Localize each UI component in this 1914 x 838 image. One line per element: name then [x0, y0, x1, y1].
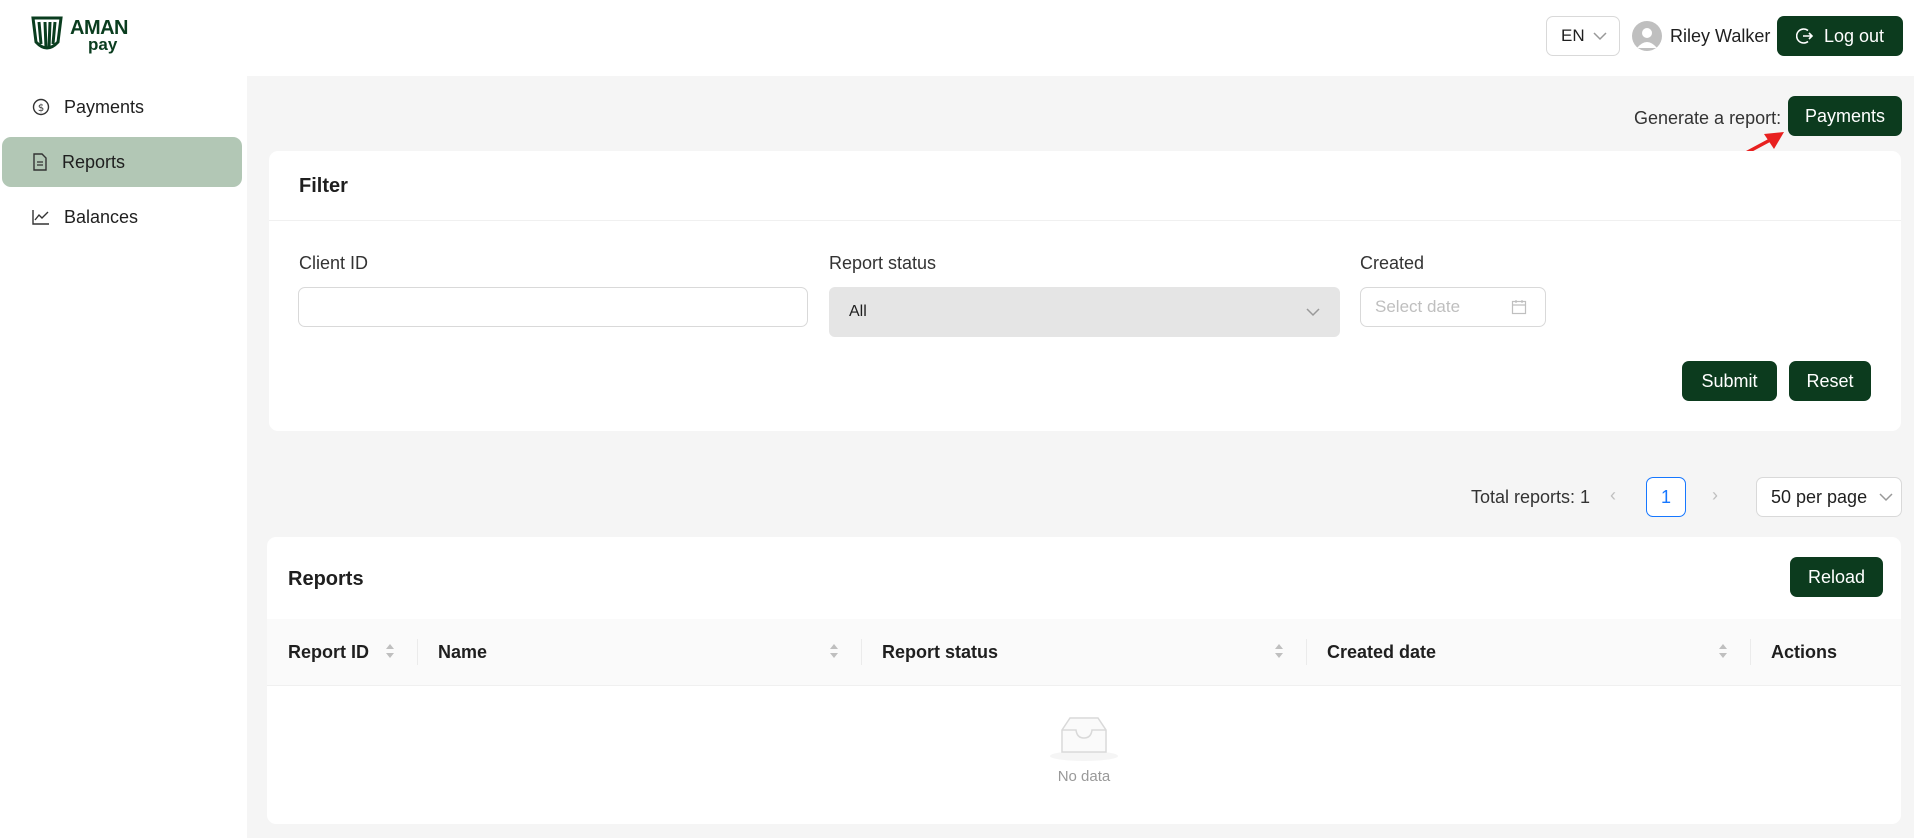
calendar-icon: [1511, 300, 1527, 315]
column-separator: [1306, 639, 1307, 665]
column-header-label: Report ID: [288, 642, 369, 662]
chevron-down-icon: [1593, 32, 1607, 41]
avatar: [1632, 21, 1662, 51]
line-chart-icon: [32, 210, 49, 225]
report-status-value: All: [849, 303, 867, 320]
reports-card: Reports Reload Report ID Name Report sta…: [267, 537, 1901, 824]
generate-button-label: Payments: [1804, 105, 1886, 126]
per-page-select[interactable]: 50 per page: [1756, 477, 1902, 517]
column-header-label: Actions: [1771, 642, 1838, 662]
client-id-label: Client ID: [299, 253, 369, 273]
column-header-label: Created date: [1327, 642, 1437, 662]
created-date-placeholder: Select date: [1375, 297, 1461, 316]
total-reports-count: Total reports: 1: [1471, 487, 1591, 507]
sidebar-item-balances[interactable]: Balances: [2, 192, 242, 242]
svg-text:$: $: [38, 103, 44, 114]
sidebar-item-payments[interactable]: $ Payments: [2, 82, 242, 132]
reload-button[interactable]: Reload: [1790, 557, 1883, 597]
sort-icon[interactable]: [829, 642, 839, 660]
column-separator: [417, 639, 418, 665]
language-value: EN: [1561, 26, 1585, 45]
column-separator: [861, 639, 862, 665]
user-name: Riley Walker: [1670, 25, 1771, 46]
per-page-value: 50 per page: [1771, 486, 1868, 507]
client-id-input[interactable]: [298, 287, 808, 327]
reports-title: Reports: [288, 568, 364, 590]
sidebar-item-label: Payments: [64, 96, 145, 117]
chevron-down-icon: [1306, 308, 1320, 317]
column-separator: [1750, 639, 1751, 665]
submit-label: Submit: [1701, 370, 1758, 391]
report-status-label: Report status: [829, 253, 937, 273]
dollar-circle-icon: $: [32, 98, 50, 116]
divider: [269, 220, 1901, 221]
reset-label: Reset: [1806, 370, 1854, 391]
created-label: Created: [1360, 253, 1425, 273]
sidebar: $ Payments Reports Balances: [0, 76, 247, 838]
generate-payments-report-button[interactable]: Payments: [1788, 96, 1902, 136]
chevron-down-icon: [1879, 493, 1893, 502]
submit-button[interactable]: Submit: [1682, 361, 1777, 401]
logout-icon: [1795, 28, 1814, 44]
column-header-created-date[interactable]: Created date: [1327, 619, 1436, 686]
brand-logo[interactable]: AMAN pay: [30, 14, 129, 56]
column-header-name[interactable]: Name: [438, 619, 487, 686]
sidebar-item-reports[interactable]: Reports: [2, 137, 242, 187]
created-date-picker[interactable]: Select date: [1360, 287, 1546, 327]
reload-label: Reload: [1807, 566, 1866, 587]
empty-state: No data: [267, 712, 1901, 785]
empty-inbox-icon: [1050, 717, 1118, 761]
current-page-number: 1: [1660, 486, 1671, 507]
page-1-button[interactable]: 1: [1646, 477, 1686, 517]
user-icon: [1637, 28, 1657, 48]
sort-icon[interactable]: [1718, 642, 1728, 660]
column-header-label: Report status: [882, 642, 999, 662]
report-status-select[interactable]: All: [829, 287, 1340, 337]
reset-button[interactable]: Reset: [1789, 361, 1871, 401]
table-header: Report ID Name Report status Created dat…: [267, 619, 1901, 686]
filter-card: Filter Client ID Report status All Creat…: [269, 151, 1901, 431]
sort-icon[interactable]: [1274, 642, 1284, 660]
column-header-actions: Actions: [1771, 619, 1837, 686]
logout-label: Log out: [1823, 25, 1885, 46]
sidebar-item-label: Reports: [62, 151, 126, 172]
generate-report-label: Generate a report:: [1634, 108, 1782, 128]
logout-button[interactable]: Log out: [1777, 16, 1903, 56]
next-page-icon[interactable]: ›: [1712, 485, 1718, 506]
top-header: AMAN pay EN Riley Walker Log out: [0, 0, 1914, 76]
column-header-label: Name: [438, 642, 488, 662]
logo-emblem-icon: [31, 16, 63, 50]
language-select[interactable]: EN: [1546, 16, 1620, 56]
user-menu[interactable]: Riley Walker: [1632, 20, 1770, 52]
prev-page-icon[interactable]: ‹: [1610, 485, 1616, 506]
filter-title: Filter: [299, 175, 348, 197]
brand-name-line2: pay: [88, 34, 118, 54]
sidebar-item-label: Balances: [64, 206, 139, 227]
column-header-report-id[interactable]: Report ID: [288, 619, 369, 686]
sort-icon[interactable]: [385, 642, 395, 660]
empty-text: No data: [1057, 768, 1111, 785]
file-text-icon: [33, 153, 47, 171]
column-header-report-status[interactable]: Report status: [882, 619, 998, 686]
